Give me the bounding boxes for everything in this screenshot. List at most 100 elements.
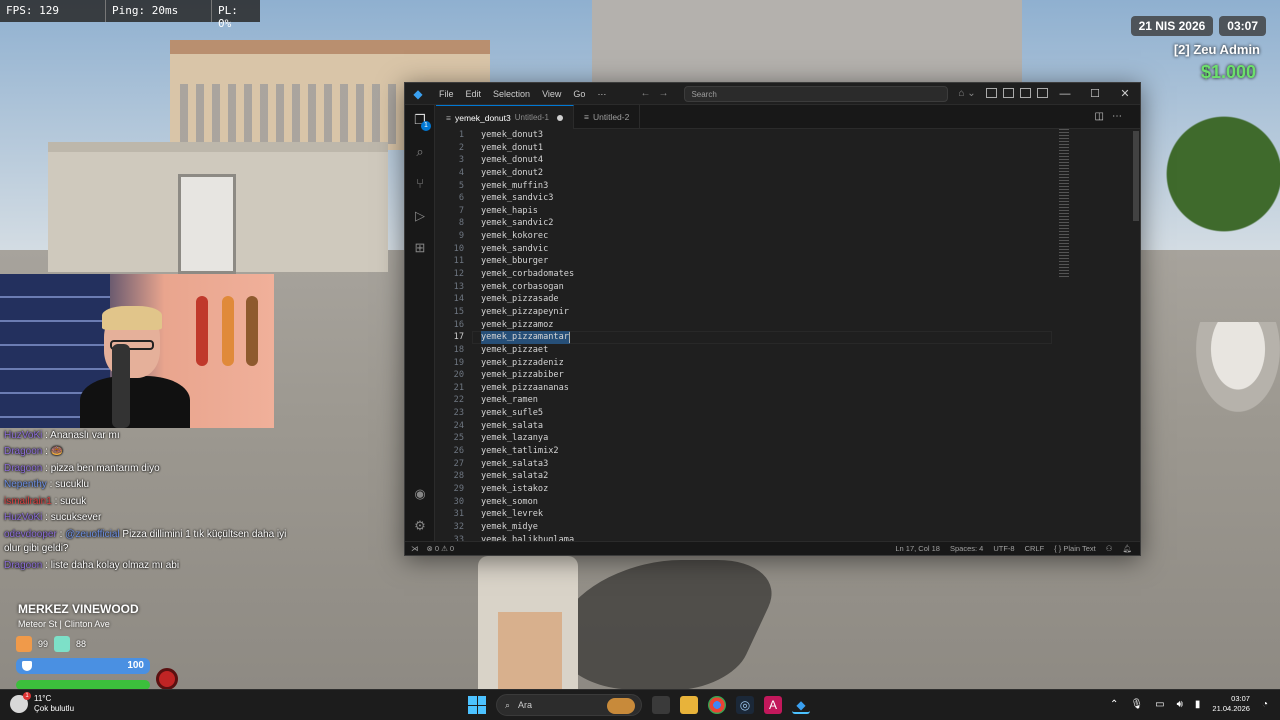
code-line[interactable]: 32 yemek_midye <box>436 521 1056 534</box>
code-line[interactable]: 5 yemek_muffin3 <box>436 180 1056 193</box>
volume-icon[interactable]: 🔊︎ <box>1177 699 1183 710</box>
remote-icon[interactable]: ⋊ <box>411 544 419 553</box>
menu-file[interactable]: File <box>433 89 460 99</box>
menu-edit[interactable]: Edit <box>460 89 488 99</box>
code-line[interactable]: 3 yemek_donut4 <box>436 154 1056 167</box>
toggle-panel-left-icon[interactable] <box>986 88 997 98</box>
steam-icon[interactable]: ◎ <box>736 696 754 714</box>
nav-back-forward-icon[interactable]: ←→ <box>640 88 676 99</box>
tab-untitled-2[interactable]: ≡ Untitled-2 <box>574 105 641 129</box>
toggle-secondary-sidebar-icon[interactable] <box>1037 88 1048 98</box>
code-line[interactable]: 6 yemek_sandvic3 <box>436 192 1056 205</box>
tab-yemek-donut3[interactable]: ≡ yemek_donut3 Untitled-1 <box>436 105 574 129</box>
code-line[interactable]: 19 yemek_pizzadeniz <box>436 357 1056 370</box>
code-line[interactable]: 1 yemek_donut3 <box>436 129 1056 142</box>
code-line[interactable]: 15 yemek_pizzapeynir <box>436 306 1056 319</box>
code-line[interactable]: 9 yemek_kokorec <box>436 230 1056 243</box>
packet-loss-readout: PL: 0% <box>218 4 238 30</box>
code-line[interactable]: 20 yemek_pizzabiber <box>436 369 1056 382</box>
code-line[interactable]: 22 yemek_ramen <box>436 394 1056 407</box>
menu-selection[interactable]: Selection <box>487 89 536 99</box>
notifications-icon[interactable]: ◔ <box>1262 699 1268 710</box>
source-control-icon[interactable]: ⑂ <box>411 175 429 193</box>
chat-username: Dragoon <box>4 462 43 474</box>
vscode-taskbar-icon[interactable]: ◆ <box>792 696 810 714</box>
extensions-icon[interactable]: ⊞ <box>411 239 429 257</box>
code-line[interactable]: 17 yemek_pizzamantar <box>436 331 1056 344</box>
unsaved-dot-icon[interactable] <box>556 114 563 121</box>
code-line[interactable]: 33 yemek_balikbuglama <box>436 534 1056 542</box>
maximize-icon[interactable]: ☐ <box>1080 83 1110 105</box>
copilot-icon[interactable]: ⌂ ⌄ <box>958 88 975 99</box>
minimize-icon[interactable]: — <box>1050 83 1080 105</box>
weather-widget[interactable]: 1 11°C Çok bulutlu <box>10 692 74 714</box>
code-line[interactable]: 11 yemek_bburger <box>436 255 1056 268</box>
taskbar-search[interactable]: ⌕ Ara <box>496 694 642 716</box>
code-line[interactable]: 18 yemek_pizzaet <box>436 344 1056 357</box>
task-view-icon[interactable] <box>652 696 670 714</box>
code-line[interactable]: 30 yemek_somon <box>436 496 1056 509</box>
search-icon[interactable]: ⌕ <box>411 143 429 161</box>
code-line[interactable]: 14 yemek_pizzasade <box>436 293 1056 306</box>
file-explorer-icon[interactable] <box>680 696 698 714</box>
system-clock[interactable]: 03:07 21.04.2026 <box>1212 694 1250 714</box>
code-line[interactable]: 29 yemek_istakoz <box>436 483 1056 496</box>
code-line[interactable]: 25 yemek_lazanya <box>436 432 1056 445</box>
line-number: 15 <box>453 306 464 317</box>
cursor-position[interactable]: Ln 17, Col 18 <box>895 544 940 553</box>
start-button[interactable] <box>468 696 486 714</box>
battery-icon[interactable]: ▮ <box>1195 699 1201 710</box>
line-ending[interactable]: CRLF <box>1025 544 1045 553</box>
menu-more[interactable]: ··· <box>591 89 612 99</box>
code-line[interactable]: 24 yemek_salata <box>436 420 1056 433</box>
clock-time: 03:07 <box>1231 694 1250 703</box>
tray-overflow-icon[interactable]: ⌃ <box>1110 699 1118 710</box>
run-debug-icon[interactable]: ▷ <box>411 207 429 225</box>
title-bar: ◆ File Edit Selection View Go ··· ←→ Sea… <box>405 83 1140 105</box>
code-line[interactable]: 28 yemek_salata2 <box>436 470 1056 483</box>
command-center-search[interactable]: Search <box>684 85 949 102</box>
close-icon[interactable]: ✕ <box>1110 83 1140 105</box>
chat-message: HuzVoKi : sucuksever <box>4 510 304 526</box>
menu-view[interactable]: View <box>536 89 567 99</box>
code-line[interactable]: 10 yemek_sandvic <box>436 243 1056 256</box>
line-number: 21 <box>453 382 464 393</box>
line-number: 1 <box>458 130 464 140</box>
code-editor[interactable]: 1 yemek_donut3 2 yemek_donut1 3 yemek_donut4 4… <box>436 129 1056 541</box>
code-line[interactable]: 21 yemek_pizzaananas <box>436 382 1056 395</box>
split-editor-icon[interactable]: ◫⋯ <box>1095 111 1130 122</box>
code-line[interactable]: 2 yemek_donut1 <box>436 142 1056 155</box>
code-line[interactable]: 16 yemek_pizzamoz <box>436 319 1056 332</box>
player-legs <box>498 612 562 690</box>
armor-value: 100 <box>127 660 144 671</box>
encoding[interactable]: UTF-8 <box>993 544 1014 553</box>
toggle-panel-icon[interactable] <box>1020 88 1031 98</box>
app-icon[interactable]: A <box>764 696 782 714</box>
code-line[interactable]: 13 yemek_corbasogan <box>436 281 1056 294</box>
account-icon[interactable]: ◉ <box>411 485 429 503</box>
problems-indicator[interactable]: ⊗ 0 ⚠ 0 <box>427 544 455 553</box>
code-line[interactable]: 27 yemek_salata3 <box>436 458 1056 471</box>
shield-icon <box>22 661 32 671</box>
toggle-sidebar-icon[interactable] <box>1003 88 1014 98</box>
code-line[interactable]: 7 yemek_hapis <box>436 205 1056 218</box>
code-text: yemek_somon <box>481 496 538 507</box>
code-line[interactable]: 26 yemek_tatlimix2 <box>436 445 1056 458</box>
minimap[interactable] <box>1059 129 1069 279</box>
microphone-icon[interactable]: 🎙︎ <box>1130 699 1143 710</box>
notifications-bell-icon[interactable]: 🔔︎ <box>1122 544 1132 553</box>
code-line[interactable]: 4 yemek_donut2 <box>436 167 1056 180</box>
code-line[interactable]: 31 yemek_levrek <box>436 508 1056 521</box>
chat-message: Dragoon : 🍩 <box>4 444 304 460</box>
settings-gear-icon[interactable]: ⚙ <box>411 517 429 535</box>
indentation[interactable]: Spaces: 4 <box>950 544 983 553</box>
language-mode[interactable]: { } Plain Text <box>1054 544 1096 553</box>
code-line[interactable]: 8 yemek_sandvic2 <box>436 217 1056 230</box>
code-line[interactable]: 12 yemek_corbadomates <box>436 268 1056 281</box>
editor-scrollbar[interactable] <box>1133 131 1139 221</box>
chrome-icon[interactable] <box>708 696 726 714</box>
copilot-status-icon[interactable]: ⚇ <box>1106 544 1113 553</box>
menu-go[interactable]: Go <box>567 89 591 99</box>
code-line[interactable]: 23 yemek_sufle5 <box>436 407 1056 420</box>
network-icon[interactable]: ▭ <box>1155 699 1164 710</box>
